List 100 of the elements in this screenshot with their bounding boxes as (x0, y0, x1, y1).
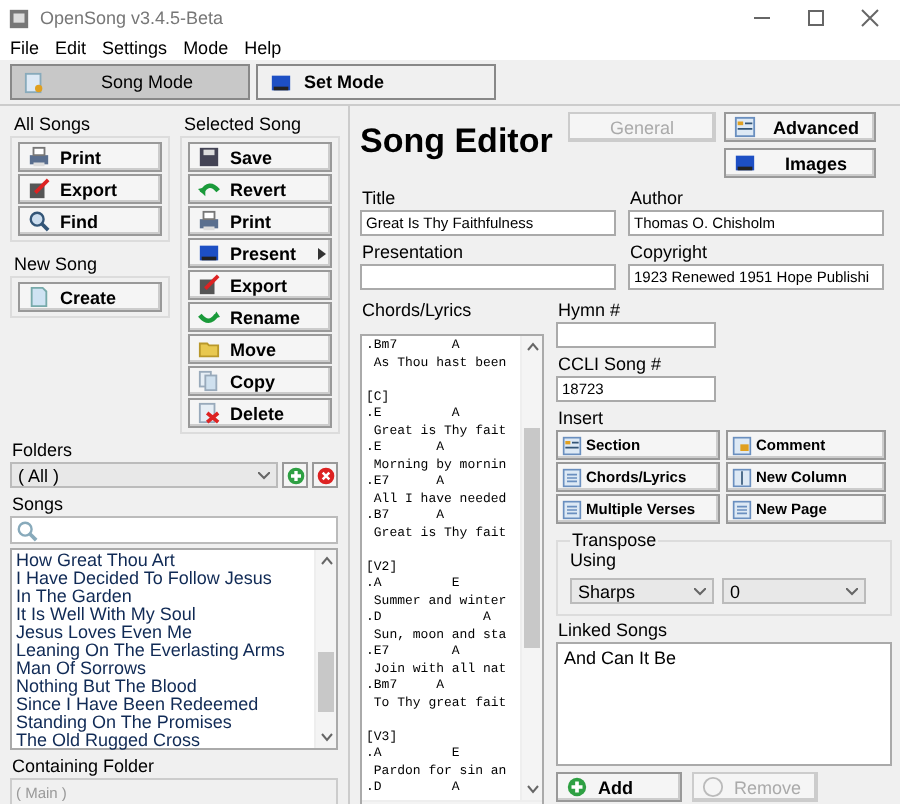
scroll-up-icon[interactable] (319, 554, 333, 568)
arrow-icon (198, 306, 220, 328)
song-item[interactable]: How Great Thou Art (16, 552, 310, 570)
column-icon (732, 467, 752, 487)
toolbar-button[interactable]: Move (188, 334, 332, 364)
field-label: Presentation (362, 242, 466, 262)
group-title: All Songs (14, 114, 93, 134)
field-label: Author (630, 188, 686, 208)
linked-song-button[interactable]: Add (556, 772, 682, 802)
toolbar-button[interactable]: Present (188, 238, 332, 268)
song-item[interactable]: Man Of Sorrows (16, 660, 310, 678)
field-label: Title (362, 188, 398, 208)
maximize-icon[interactable] (806, 8, 826, 28)
search-icon (28, 210, 50, 232)
delete-icon (198, 402, 220, 424)
group-title: New Song (14, 254, 100, 274)
group-title: Transpose (570, 530, 659, 550)
add-icon (566, 776, 588, 798)
scroll-thumb[interactable] (524, 428, 540, 648)
field-label: Using (570, 550, 619, 570)
notation-dropdown[interactable]: Sharps (570, 578, 714, 604)
document-icon (28, 286, 50, 308)
song-item[interactable]: Nothing But The Blood (16, 678, 310, 696)
screen-icon (270, 71, 292, 93)
printer-icon (28, 146, 50, 168)
page-icon (732, 499, 752, 519)
export-icon (28, 178, 50, 200)
app-icon (8, 7, 30, 29)
menu-item[interactable]: Help (244, 38, 282, 58)
toolbar-button[interactable]: Rename (188, 302, 332, 332)
song-item[interactable]: Since I Have Been Redeemed (16, 696, 310, 714)
list-icon (734, 116, 756, 138)
song-item[interactable]: The Old Rugged Cross (16, 732, 310, 750)
folder-icon (198, 338, 220, 360)
linked-songs-list[interactable]: And Can It Be (556, 642, 892, 766)
search-field[interactable] (10, 516, 338, 544)
song-item[interactable]: Jesus Loves Even Me (16, 624, 310, 642)
field-label: Insert (558, 408, 606, 428)
song-item[interactable]: Standing On The Promises (16, 714, 310, 732)
mode-tab[interactable]: Set Mode (256, 64, 496, 100)
linked-song-item[interactable]: And Can It Be (564, 648, 884, 668)
menu-item[interactable]: File (10, 38, 40, 58)
scroll-down-icon[interactable] (319, 730, 333, 744)
toolbar-button[interactable]: Print (188, 206, 332, 236)
delete-folder-button[interactable] (312, 462, 338, 488)
toolbar-button[interactable]: Save (188, 142, 332, 172)
toolbar-button[interactable]: Delete (188, 398, 332, 428)
copy-icon (198, 370, 220, 392)
export-icon (198, 274, 220, 296)
screen-icon (198, 242, 220, 264)
text-field[interactable] (360, 264, 616, 290)
scroll-up-icon[interactable] (525, 340, 539, 354)
search-icon (16, 519, 38, 541)
toolbar-button[interactable]: Export (18, 174, 162, 204)
field-label: Songs (12, 494, 66, 514)
song-item[interactable]: It Is Well With My Soul (16, 606, 310, 624)
song-item[interactable]: Leaning On The Everlasting Arms (16, 642, 310, 660)
key-dropdown[interactable]: 0 (722, 578, 866, 604)
editor-tab[interactable]: Images (724, 148, 876, 178)
editor-tab[interactable]: Advanced (724, 112, 876, 142)
editor-heading: Song Editor (360, 122, 555, 162)
toolbar-button[interactable]: Copy (188, 366, 332, 396)
field-label: CCLI Song # (558, 354, 664, 374)
toolbar-button[interactable]: Print (18, 142, 162, 172)
toolbar-button[interactable]: Find (18, 206, 162, 236)
scrollbar[interactable] (314, 550, 336, 748)
delete-icon (315, 465, 335, 485)
window-title: OpenSong v3.4.5-Beta (40, 8, 226, 28)
field-label: Folders (12, 440, 75, 460)
comment-icon (732, 435, 752, 455)
toolbar-button[interactable]: Export (188, 270, 332, 300)
field-label: Hymn # (558, 300, 623, 320)
submenu-arrow-icon (318, 248, 326, 260)
lyrics-editor[interactable] (360, 334, 544, 804)
add-folder-button[interactable] (282, 462, 308, 488)
field-label: Linked Songs (558, 620, 670, 640)
printer-icon (198, 210, 220, 232)
create-button[interactable]: Create (18, 282, 162, 312)
group-title: Selected Song (184, 114, 304, 134)
page-icon (562, 467, 582, 487)
menu-item[interactable]: Settings (102, 38, 168, 58)
scrollbar[interactable] (520, 336, 542, 799)
song-item[interactable]: I Have Decided To Follow Jesus (16, 570, 310, 588)
song-item[interactable]: In The Garden (16, 588, 310, 606)
toolbar-button[interactable]: Revert (188, 174, 332, 204)
menu-item[interactable]: Mode (183, 38, 229, 58)
mode-tab[interactable]: Song Mode (10, 64, 250, 100)
close-icon[interactable] (860, 8, 880, 28)
text-field[interactable] (556, 322, 716, 348)
screen-icon (734, 152, 756, 174)
scroll-down-icon[interactable] (525, 781, 539, 795)
field-label: Chords/Lyrics (362, 300, 474, 320)
remove-icon (702, 776, 724, 798)
folder-dropdown[interactable]: ( All ) (10, 462, 278, 488)
scroll-thumb[interactable] (318, 652, 334, 712)
list-icon (562, 435, 582, 455)
undo-arrow-icon (198, 178, 220, 200)
menu-item[interactable]: Edit (55, 38, 87, 58)
page-icon (562, 499, 582, 519)
add-icon (285, 465, 305, 485)
